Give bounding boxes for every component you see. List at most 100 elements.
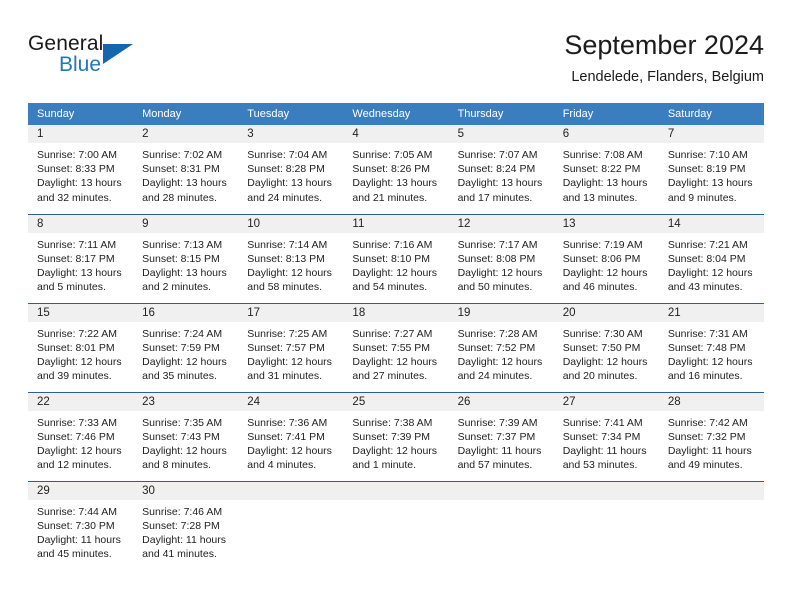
daylight-duration-line1: Daylight: 13 hours (457, 177, 543, 190)
calendar-day-cell[interactable]: 17 Sunrise: 7:25 AM Sunset: 7:57 PM Dayligh… (238, 302, 344, 392)
sunrise-time: Sunrise: 7:24 AM (142, 327, 223, 340)
day-number: 26 (448, 392, 554, 411)
daylight-duration-line2: and 27 minutes. (352, 370, 428, 383)
calendar-day-cell[interactable]: 6 Sunrise: 7:08 AM Sunset: 8:22 PM Daylight… (553, 125, 659, 214)
weekday-header-thursday: Thursday (448, 103, 554, 125)
calendar-day-cell[interactable]: 11 Sunrise: 7:16 AM Sunset: 8:10 PM Dayligh… (343, 213, 449, 303)
sunset-time: Sunset: 8:24 PM (457, 163, 536, 176)
day-number (448, 481, 554, 500)
daylight-duration-line1: Daylight: 12 hours (667, 266, 753, 279)
daylight-duration-line2: and 12 minutes. (37, 459, 112, 472)
day-number: 4 (343, 125, 449, 143)
day-number: 5 (448, 125, 554, 143)
daylight-duration-line1: Daylight: 11 hours (457, 444, 542, 457)
calendar-day-cell[interactable]: 28 Sunrise: 7:42 AM Sunset: 7:32 PM Dayligh… (658, 391, 764, 481)
calendar-day-cell[interactable]: 25 Sunrise: 7:38 AM Sunset: 7:39 PM Dayligh… (343, 391, 449, 481)
daylight-duration-line1: Daylight: 12 hours (247, 266, 332, 279)
sunrise-time: Sunrise: 7:16 AM (352, 238, 433, 251)
day-details: Sunrise: 7:42 AM Sunset: 7:32 PM Daylight:… (659, 411, 764, 473)
daylight-duration-line2: and 31 minutes. (247, 370, 322, 383)
day-number: 17 (238, 303, 344, 322)
sunrise-time: Sunrise: 7:36 AM (247, 416, 328, 429)
calendar-day-cell[interactable]: 9 Sunrise: 7:13 AM Sunset: 8:15 PM Daylight… (133, 213, 239, 303)
calendar-day-cell[interactable]: 8 Sunrise: 7:11 AM Sunset: 8:17 PM Daylight… (28, 213, 134, 303)
calendar-day-cell[interactable]: 20 Sunrise: 7:30 AM Sunset: 7:50 PM Dayligh… (553, 302, 659, 392)
calendar-day-cell[interactable]: 26 Sunrise: 7:39 AM Sunset: 7:37 PM Dayligh… (448, 391, 554, 481)
day-number: 23 (133, 392, 239, 411)
sunset-time: Sunset: 8:13 PM (247, 252, 325, 265)
day-number: 28 (658, 392, 764, 411)
day-details: Sunrise: 7:14 AM Sunset: 8:13 PM Daylight:… (238, 233, 343, 295)
sunrise-time: Sunrise: 7:10 AM (667, 149, 748, 161)
day-details: Sunrise: 7:33 AM Sunset: 7:46 PM Daylight:… (28, 411, 133, 473)
day-details: Sunrise: 7:04 AM Sunset: 8:28 PM Daylight:… (238, 143, 343, 205)
day-details: Sunrise: 7:21 AM Sunset: 8:04 PM Daylight:… (659, 233, 764, 295)
daylight-duration-line2: and 16 minutes. (667, 370, 743, 383)
day-details: Sunrise: 7:16 AM Sunset: 8:10 PM Daylight:… (343, 233, 448, 295)
calendar-day-cell[interactable]: 10 Sunrise: 7:14 AM Sunset: 8:13 PM Dayligh… (238, 213, 344, 303)
calendar-day-cell[interactable]: 22 Sunrise: 7:33 AM Sunset: 7:46 PM Dayligh… (28, 391, 134, 481)
day-details: Sunrise: 7:07 AM Sunset: 8:24 PM Daylight:… (449, 143, 554, 205)
calendar-day-cell[interactable]: 4 Sunrise: 7:05 AM Sunset: 8:26 PM Daylight… (343, 125, 449, 214)
day-number: 6 (553, 125, 659, 143)
calendar-day-cell[interactable]: 27 Sunrise: 7:41 AM Sunset: 7:34 PM Dayligh… (553, 391, 659, 481)
calendar-day-cell[interactable]: 13 Sunrise: 7:19 AM Sunset: 8:06 PM Dayligh… (553, 213, 659, 303)
calendar-day-cell[interactable]: 5 Sunrise: 7:07 AM Sunset: 8:24 PM Daylight… (448, 125, 554, 214)
sunset-time: Sunset: 7:48 PM (667, 341, 746, 354)
calendar-day-cell[interactable]: 3 Sunrise: 7:04 AM Sunset: 8:28 PM Daylight… (238, 125, 344, 214)
calendar-day-cell-empty (343, 480, 449, 570)
day-details: Sunrise: 7:08 AM Sunset: 8:22 PM Daylight:… (554, 143, 659, 205)
day-number: 3 (238, 125, 344, 143)
daylight-duration-line1: Daylight: 13 hours (142, 266, 227, 279)
calendar-day-cell[interactable]: 7 Sunrise: 7:10 AM Sunset: 8:19 PM Daylight… (658, 125, 764, 214)
page-header: General Blue September 2024 Lendelede, F… (28, 28, 764, 98)
daylight-duration-line1: Daylight: 12 hours (37, 355, 122, 368)
calendar-week-row: 29 Sunrise: 7:44 AM Sunset: 7:30 PM Dayligh… (28, 480, 764, 570)
daylight-duration-line1: Daylight: 13 hours (562, 177, 648, 190)
weekday-header-saturday: Saturday (658, 103, 764, 125)
daylight-duration-line2: and 4 minutes. (247, 459, 317, 472)
day-details: Sunrise: 7:02 AM Sunset: 8:31 PM Daylight:… (133, 143, 238, 205)
daylight-duration-line1: Daylight: 12 hours (562, 266, 648, 279)
daylight-duration-line1: Daylight: 11 hours (562, 444, 647, 457)
daylight-duration-line2: and 24 minutes. (457, 370, 533, 383)
brand-logo[interactable]: General Blue (28, 32, 258, 88)
daylight-duration-line2: and 1 minute. (352, 459, 417, 472)
calendar-day-cell[interactable]: 29 Sunrise: 7:44 AM Sunset: 7:30 PM Dayligh… (28, 480, 134, 570)
calendar-day-cell[interactable]: 19 Sunrise: 7:28 AM Sunset: 7:52 PM Dayligh… (448, 302, 554, 392)
page-subtitle: Lendelede, Flanders, Belgium (571, 69, 764, 85)
day-number: 30 (133, 481, 239, 500)
sunrise-time: Sunrise: 7:21 AM (667, 238, 748, 251)
calendar-day-cell[interactable]: 21 Sunrise: 7:31 AM Sunset: 7:48 PM Dayligh… (658, 302, 764, 392)
sunrise-time: Sunrise: 7:38 AM (352, 416, 433, 429)
calendar-day-cell[interactable]: 2 Sunrise: 7:02 AM Sunset: 8:31 PM Daylight… (133, 125, 239, 214)
daylight-duration-line1: Daylight: 12 hours (142, 355, 227, 368)
day-details: Sunrise: 7:41 AM Sunset: 7:34 PM Daylight:… (554, 411, 659, 473)
calendar-day-cell[interactable]: 18 Sunrise: 7:27 AM Sunset: 7:55 PM Dayligh… (343, 302, 449, 392)
daylight-duration-line2: and 58 minutes. (247, 281, 322, 294)
day-number (343, 481, 449, 500)
day-details: Sunrise: 7:24 AM Sunset: 7:59 PM Daylight:… (133, 322, 238, 384)
calendar-day-cell[interactable]: 14 Sunrise: 7:21 AM Sunset: 8:04 PM Dayligh… (658, 213, 764, 303)
sunset-time: Sunset: 7:32 PM (667, 430, 746, 443)
sunset-time: Sunset: 7:57 PM (247, 341, 325, 354)
sunset-time: Sunset: 8:08 PM (457, 252, 536, 265)
calendar-day-cell[interactable]: 16 Sunrise: 7:24 AM Sunset: 7:59 PM Dayligh… (133, 302, 239, 392)
calendar-day-cell[interactable]: 15 Sunrise: 7:22 AM Sunset: 8:01 PM Dayligh… (28, 302, 134, 392)
calendar-day-cell[interactable]: 1 Sunrise: 7:00 AM Sunset: 8:33 PM Daylight… (28, 125, 134, 214)
sunrise-time: Sunrise: 7:30 AM (562, 327, 643, 340)
calendar-day-cell-empty (553, 480, 659, 570)
calendar-day-cell[interactable]: 30 Sunrise: 7:46 AM Sunset: 7:28 PM Dayligh… (133, 480, 239, 570)
calendar-day-cell[interactable]: 23 Sunrise: 7:35 AM Sunset: 7:43 PM Dayligh… (133, 391, 239, 481)
sunrise-time: Sunrise: 7:33 AM (37, 416, 117, 429)
calendar-day-cell[interactable]: 24 Sunrise: 7:36 AM Sunset: 7:41 PM Dayligh… (238, 391, 344, 481)
day-details: Sunrise: 7:39 AM Sunset: 7:37 PM Daylight:… (449, 411, 554, 473)
weekday-header-wednesday: Wednesday (343, 103, 449, 125)
sunset-time: Sunset: 8:01 PM (37, 341, 115, 354)
calendar-week-row: 22 Sunrise: 7:33 AM Sunset: 7:46 PM Dayligh… (28, 391, 764, 481)
day-number: 10 (238, 214, 344, 233)
day-details: Sunrise: 7:30 AM Sunset: 7:50 PM Daylight:… (554, 322, 659, 384)
day-details: Sunrise: 7:19 AM Sunset: 8:06 PM Daylight:… (554, 233, 659, 295)
calendar-day-cell[interactable]: 12 Sunrise: 7:17 AM Sunset: 8:08 PM Dayligh… (448, 213, 554, 303)
day-details: Sunrise: 7:25 AM Sunset: 7:57 PM Daylight:… (238, 322, 343, 384)
